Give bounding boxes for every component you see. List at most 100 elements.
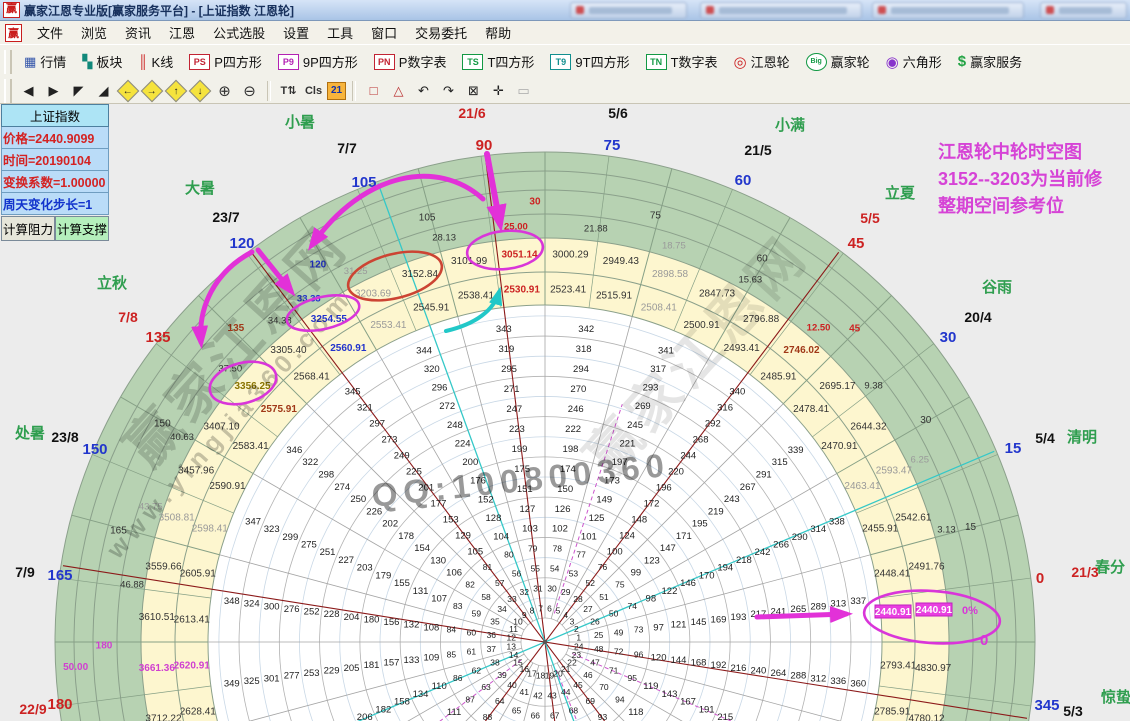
kline-button[interactable]: ║ K线: [130, 49, 181, 75]
svg-text:294: 294: [573, 364, 589, 375]
quotes-button[interactable]: ▦ 行情: [16, 49, 74, 75]
menu-item-工具[interactable]: 工具: [318, 21, 362, 44]
skew-down-button[interactable]: ◢: [92, 80, 115, 101]
svg-text:126: 126: [555, 504, 571, 515]
menu-item-交易委托[interactable]: 交易委托: [406, 21, 476, 44]
background-window-tab[interactable]: [700, 2, 862, 19]
skew-up-button[interactable]: ◤: [67, 80, 90, 101]
rect-tool-button[interactable]: □: [362, 80, 385, 101]
big-wheel-icon: Big: [805, 52, 827, 71]
menu-item-文件[interactable]: 文件: [28, 21, 72, 44]
t-table-button[interactable]: TN T数字表: [638, 49, 726, 75]
zoom-in-button[interactable]: ⊕: [213, 80, 236, 101]
9p-square-button[interactable]: P9 9P四方形: [270, 49, 366, 75]
time-price-button[interactable]: T⇅: [277, 80, 300, 101]
cls-button[interactable]: Cls: [302, 80, 325, 101]
tn-icon: TN: [645, 53, 667, 70]
prev-button[interactable]: ◀: [17, 80, 40, 101]
toolbar-grip: [4, 78, 12, 103]
svg-text:4830.97: 4830.97: [915, 663, 952, 674]
next-button[interactable]: ▶: [42, 80, 65, 101]
rotate-cw-button[interactable]: ↷: [437, 80, 460, 101]
index-name: 上证指数: [1, 104, 109, 127]
ps-icon: PS: [189, 53, 211, 70]
svg-text:87: 87: [465, 694, 475, 704]
pan-down-button[interactable]: ↓: [188, 79, 212, 102]
wheel-outer-label: 60: [735, 172, 752, 189]
svg-text:61: 61: [467, 647, 477, 657]
svg-text:2545.91: 2545.91: [413, 302, 450, 313]
menu-item-浏览[interactable]: 浏览: [72, 21, 116, 44]
wheel-outer-label: 120: [229, 235, 254, 252]
svg-text:28: 28: [573, 594, 583, 604]
gann-wheel-canvas[interactable]: 1234567891011121314151617 18 19 20212223242…: [0, 0, 1130, 721]
wheel-outer-label: 7/8: [118, 309, 138, 325]
screen-tool-button[interactable]: ▭: [512, 80, 535, 101]
calendar-button[interactable]: 21: [327, 81, 346, 100]
svg-text:360: 360: [850, 679, 866, 690]
svg-text:46.88: 46.88: [120, 579, 144, 590]
menu-item-资讯[interactable]: 资讯: [116, 21, 160, 44]
t-square-button[interactable]: TS T四方形: [454, 49, 542, 75]
triangle-tool-button[interactable]: △: [387, 80, 410, 101]
svg-text:275: 275: [301, 540, 317, 551]
svg-text:119: 119: [643, 681, 658, 692]
rotate-ccw-button[interactable]: ↶: [412, 80, 435, 101]
menu-item-公式选股[interactable]: 公式选股: [204, 21, 274, 44]
pan-left-button[interactable]: ←: [116, 79, 140, 102]
service-button[interactable]: $ 赢家服务: [950, 49, 1030, 75]
svg-text:248: 248: [447, 420, 463, 431]
svg-text:江恩轮中轮时空图: 江恩轮中轮时空图: [938, 141, 1082, 162]
gann-wheel-button[interactable]: ◎ 江恩轮: [726, 49, 798, 75]
toolbar-label: 行情: [40, 55, 67, 70]
menu-item-江恩[interactable]: 江恩: [160, 21, 204, 44]
svg-text:193: 193: [731, 612, 747, 623]
menu-item-窗口[interactable]: 窗口: [362, 21, 406, 44]
crosshair-tool-button[interactable]: ✛: [487, 80, 510, 101]
svg-text:66: 66: [531, 711, 541, 721]
tab-title-blur: [1059, 7, 1112, 14]
svg-text:199: 199: [512, 444, 528, 455]
svg-text:15: 15: [965, 522, 977, 533]
background-window-tab[interactable]: [872, 2, 1024, 19]
svg-text:273: 273: [382, 435, 398, 446]
calc-support-button[interactable]: 计算支撑: [55, 216, 109, 241]
wheel-outer-label: 5/4: [1035, 430, 1055, 446]
svg-text:134: 134: [413, 689, 429, 700]
wheel-outer-label: 30: [940, 329, 957, 346]
svg-text:251: 251: [320, 547, 336, 558]
svg-text:2583.41: 2583.41: [233, 441, 270, 452]
delete-tool-button[interactable]: ⊠: [462, 80, 485, 101]
p-table-button[interactable]: PN P数字表: [366, 49, 455, 75]
sectors-button[interactable]: ▚ 板块: [74, 49, 130, 75]
menu-item-设置[interactable]: 设置: [274, 21, 318, 44]
svg-text:33: 33: [507, 594, 517, 604]
svg-text:2491.76: 2491.76: [908, 562, 945, 573]
svg-text:276: 276: [284, 604, 300, 615]
svg-text:94: 94: [615, 694, 625, 704]
calc-resistance-button[interactable]: 计算阻力: [1, 216, 55, 241]
menu-item-帮助[interactable]: 帮助: [476, 21, 520, 44]
background-window-tab[interactable]: [570, 2, 687, 19]
pan-up-button[interactable]: ↑: [164, 79, 188, 102]
wheel-outer-label: 21/3: [1071, 564, 1098, 580]
background-window-tab[interactable]: [1040, 2, 1127, 19]
svg-text:9.38: 9.38: [864, 381, 883, 392]
winner-wheel-button[interactable]: Big 赢家轮: [798, 49, 878, 75]
svg-text:153: 153: [443, 514, 459, 525]
svg-text:323: 323: [264, 524, 280, 535]
svg-text:2628.41: 2628.41: [180, 707, 217, 718]
zoom-out-button[interactable]: ⊖: [238, 80, 261, 101]
svg-text:229: 229: [324, 665, 340, 676]
svg-text:343: 343: [496, 324, 512, 335]
svg-text:203: 203: [357, 563, 373, 574]
9t-square-button[interactable]: T9 9T四方形: [542, 49, 637, 75]
svg-text:46: 46: [583, 670, 593, 680]
svg-text:250: 250: [350, 494, 366, 505]
pan-right-button[interactable]: →: [140, 79, 164, 102]
p-square-button[interactable]: PS P四方形: [181, 49, 270, 75]
toolbar-label: 赢家轮: [830, 55, 870, 70]
svg-text:129: 129: [455, 530, 471, 541]
svg-text:246: 246: [568, 404, 584, 415]
hexagon-button[interactable]: ◉ 六角形: [878, 49, 950, 75]
